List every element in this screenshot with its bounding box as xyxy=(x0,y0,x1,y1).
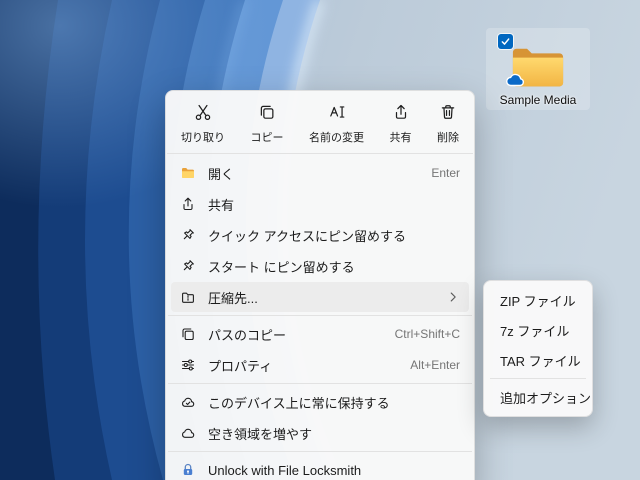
copy-button[interactable]: コピー xyxy=(248,101,287,147)
menu-item-free-up-space[interactable]: 空き領域を増やす xyxy=(171,418,469,448)
menu-item-label: クイック アクセスにピン留めする xyxy=(208,228,406,244)
submenu-item-zip[interactable]: ZIP ファイル xyxy=(488,285,588,315)
menu-item-label: パスのコピー xyxy=(208,327,287,343)
menu-item-properties[interactable]: プロパティ Alt+Enter xyxy=(171,350,469,380)
menu-item-copy-as-path[interactable]: パスのコピー Ctrl+Shift+C xyxy=(171,319,469,349)
separator xyxy=(168,315,472,316)
folder-icon xyxy=(180,165,196,181)
menu-item-pin-start[interactable]: スタート にピン留めする xyxy=(171,251,469,281)
share-icon xyxy=(392,103,410,126)
chevron-right-icon xyxy=(446,290,460,304)
onedrive-cloud-icon xyxy=(506,73,526,92)
pin-icon xyxy=(180,258,196,274)
menu-item-shortcut: Ctrl+Shift+C xyxy=(394,327,460,341)
compress-submenu: ZIP ファイル 7z ファイル TAR ファイル 追加オプション xyxy=(483,280,593,417)
menu-item-shortcut: Enter xyxy=(431,166,460,180)
share-label: 共有 xyxy=(389,132,412,144)
context-menu-toolbar: 切り取り コピー 名前の変更 共有 削除 xyxy=(166,91,474,153)
menu-item-label: 共有 xyxy=(208,197,235,213)
cut-button[interactable]: 切り取り xyxy=(178,101,228,147)
menu-item-label: プロパティ xyxy=(208,358,273,374)
pin-icon xyxy=(180,227,196,243)
separator xyxy=(168,383,472,384)
submenu-item-7z[interactable]: 7z ファイル xyxy=(488,315,588,345)
properties-icon xyxy=(180,357,196,373)
menu-item-always-keep-on-device[interactable]: このデバイス上に常に保持する xyxy=(171,387,469,417)
copy-icon xyxy=(258,103,276,126)
share-button[interactable]: 共有 xyxy=(387,101,415,147)
trash-icon xyxy=(439,103,457,126)
rename-label: 名前の変更 xyxy=(309,132,364,144)
menu-item-pin-quick-access[interactable]: クイック アクセスにピン留めする xyxy=(171,220,469,250)
rename-button[interactable]: 名前の変更 xyxy=(306,101,367,147)
rename-icon xyxy=(328,103,346,126)
submenu-item-tar[interactable]: TAR ファイル xyxy=(488,345,588,375)
separator xyxy=(168,451,472,452)
context-menu: 切り取り コピー 名前の変更 共有 削除 開く Enter 共有 クイック アク… xyxy=(165,90,475,480)
menu-item-label: 開く xyxy=(208,166,235,182)
cloud-icon xyxy=(180,425,196,441)
submenu-item-additional-options[interactable]: 追加オプション xyxy=(488,382,592,412)
share-icon xyxy=(180,196,196,212)
desktop-icon-label: Sample Media xyxy=(499,93,577,107)
submenu-item-label: 追加オプション xyxy=(500,390,592,406)
lock-icon xyxy=(180,462,196,478)
separator xyxy=(490,378,586,379)
menu-item-shortcut: Alt+Enter xyxy=(410,358,460,372)
menu-item-label: スタート にピン留めする xyxy=(208,259,355,275)
menu-item-share[interactable]: 共有 xyxy=(171,189,469,219)
menu-item-label: このデバイス上に常に保持する xyxy=(208,395,390,411)
cut-label: 切り取り xyxy=(181,132,225,144)
copy-label: コピー xyxy=(250,132,284,144)
menu-item-label: Unlock with File Locksmith xyxy=(208,462,362,478)
menu-item-label: 圧縮先... xyxy=(208,290,258,306)
copy-path-icon xyxy=(180,326,196,342)
scissors-icon xyxy=(194,103,212,126)
desktop-icon-sample-media[interactable]: Sample Media xyxy=(486,28,590,110)
delete-label: 削除 xyxy=(437,132,459,144)
delete-button[interactable]: 削除 xyxy=(434,101,462,147)
context-menu-list: 開く Enter 共有 クイック アクセスにピン留めする スタート にピン留めす… xyxy=(166,157,474,480)
desktop[interactable]: Sample Media 切り取り コピー 名前の変更 共有 削除 開く Ent… xyxy=(0,0,640,480)
submenu-item-label: ZIP ファイル xyxy=(500,293,576,309)
menu-item-open[interactable]: 開く Enter xyxy=(171,158,469,188)
folder-icon xyxy=(506,44,566,90)
separator xyxy=(167,153,473,154)
submenu-item-label: TAR ファイル xyxy=(500,353,581,369)
menu-item-label: 空き領域を増やす xyxy=(208,426,313,442)
archive-icon xyxy=(180,289,196,305)
cloud-check-icon xyxy=(180,394,196,410)
submenu-item-label: 7z ファイル xyxy=(500,323,570,339)
menu-item-unlock-file-locksmith[interactable]: Unlock with File Locksmith xyxy=(171,455,469,480)
menu-item-compress-to[interactable]: 圧縮先... xyxy=(171,282,469,312)
